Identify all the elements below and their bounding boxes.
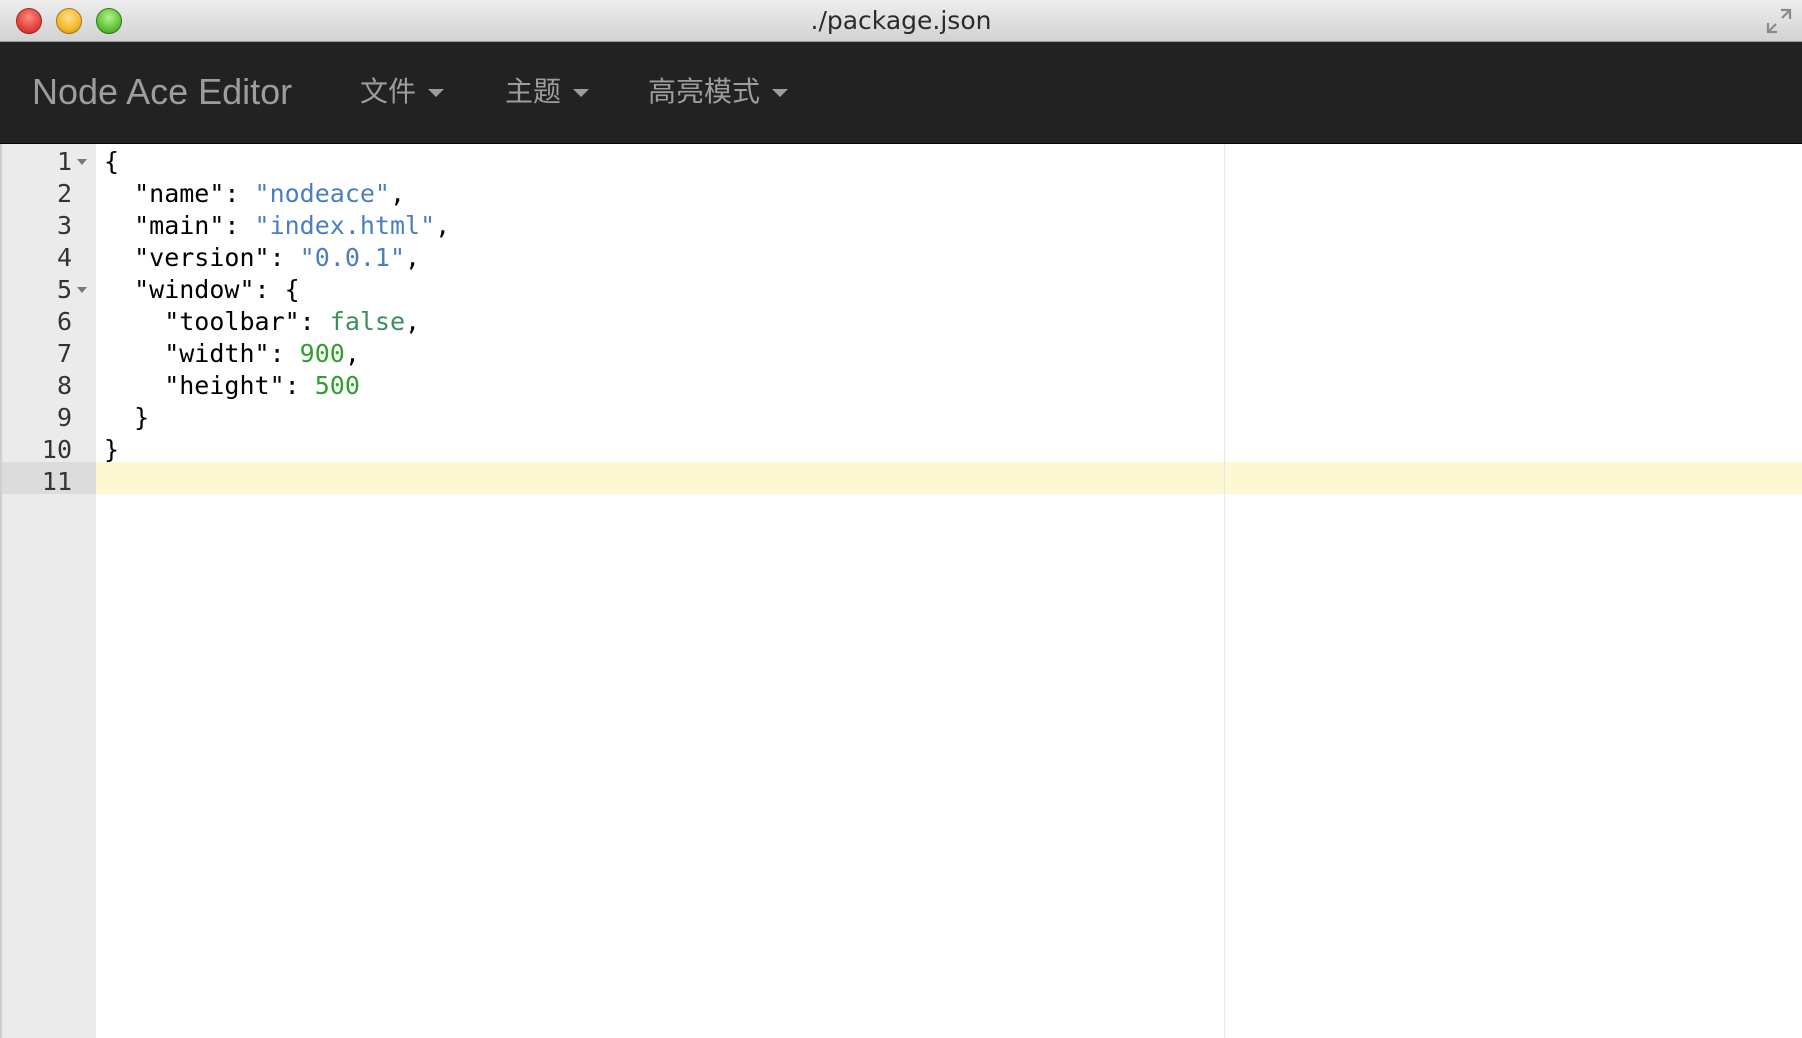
line-number: 7 <box>56 339 72 368</box>
caret-down-icon <box>772 89 789 97</box>
code-token-plain: } <box>104 435 120 464</box>
code-line[interactable]: 11 <box>0 466 1802 498</box>
code-token-plain: , <box>405 243 421 272</box>
app-brand[interactable]: Node Ace Editor <box>32 42 292 142</box>
code-editor[interactable]: 1{2 "name": "nodeace", 3 "main": "index.h… <box>0 144 1802 1038</box>
code-token-str: "index.html" <box>254 211 436 240</box>
code-line[interactable]: 6 "toolbar": false, <box>0 306 1802 338</box>
line-number: 10 <box>41 435 72 464</box>
code-text: "name": "nodeace", <box>104 178 405 210</box>
code-token-bool: false <box>329 307 406 336</box>
code-line[interactable]: 10} <box>0 434 1802 466</box>
code-text: "height": 500 <box>104 370 360 402</box>
code-text: "main": "index.html", <box>104 210 450 242</box>
line-number: 1 <box>56 147 72 176</box>
window-title: ./package.json <box>810 6 992 35</box>
code-line[interactable]: 4 "version": "0.0.1", <box>0 242 1802 274</box>
code-token-plain: { <box>104 147 120 176</box>
line-number: 6 <box>56 307 72 336</box>
line-number: 5 <box>56 275 72 304</box>
code-token-plain: "window": { <box>104 275 300 304</box>
caret-down-icon <box>573 89 590 97</box>
code-token-plain: "height": <box>104 371 315 400</box>
code-token-str: "0.0.1" <box>299 243 406 272</box>
highlight-mode-menu-label: 高亮模式 <box>648 75 761 108</box>
line-number: 9 <box>56 403 72 432</box>
code-token-plain: } <box>104 403 150 432</box>
code-token-num: 500 <box>314 371 360 400</box>
code-line[interactable]: 9 } <box>0 402 1802 434</box>
code-token-plain: "toolbar": <box>104 307 330 336</box>
code-line[interactable]: 8 "height": 500 <box>0 370 1802 402</box>
code-token-plain: , <box>389 179 406 208</box>
code-token-plain: "name": <box>104 179 255 208</box>
theme-menu-label: 主题 <box>505 75 562 108</box>
code-line[interactable]: 3 "main": "index.html", <box>0 210 1802 242</box>
line-number: 2 <box>56 179 72 208</box>
highlight-mode-menu[interactable]: 高亮模式 <box>648 42 789 142</box>
code-text: "width": 900, <box>104 338 360 370</box>
code-token-plain: , <box>435 211 451 240</box>
window-titlebar: ./package.json <box>0 0 1802 42</box>
code-text: } <box>104 434 119 466</box>
theme-menu[interactable]: 主题 <box>505 42 590 142</box>
code-line[interactable]: 5 "window": { <box>0 274 1802 306</box>
code-token-plain: "width": <box>104 339 300 368</box>
line-number: 3 <box>56 211 72 240</box>
code-text: "version": "0.0.1", <box>104 242 420 274</box>
fold-toggle-icon[interactable] <box>77 287 87 293</box>
code-text: } <box>104 402 149 434</box>
code-text: { <box>104 146 119 178</box>
line-number: 8 <box>56 371 72 400</box>
file-menu[interactable]: 文件 <box>360 42 445 142</box>
fold-toggle-icon[interactable] <box>77 159 87 165</box>
code-token-str: "nodeace" <box>254 179 390 208</box>
code-line[interactable]: 1{ <box>0 146 1802 178</box>
code-token-plain: , <box>344 339 360 368</box>
app-navbar: Node Ace Editor 文件 主题 高亮模式 <box>0 42 1802 144</box>
code-token-plain: "version": <box>104 243 300 272</box>
caret-down-icon <box>428 89 445 97</box>
code-token-plain: "main": <box>104 211 255 240</box>
file-menu-label: 文件 <box>360 75 417 108</box>
line-number: 4 <box>56 243 72 272</box>
fullscreen-icon[interactable] <box>1764 6 1794 36</box>
code-text: "toolbar": false, <box>104 306 420 338</box>
code-token-num: 900 <box>299 339 345 368</box>
line-number: 11 <box>41 467 72 496</box>
code-line[interactable]: 2 "name": "nodeace", <box>0 178 1802 210</box>
code-text: "window": { <box>104 274 300 306</box>
code-line[interactable]: 7 "width": 900, <box>0 338 1802 370</box>
code-token-plain: , <box>405 307 421 336</box>
